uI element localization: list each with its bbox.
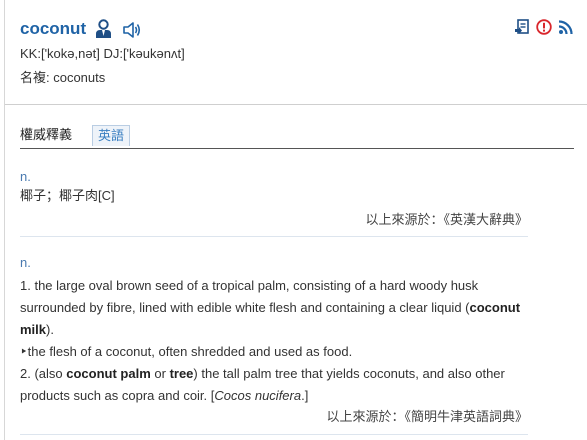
section-divider <box>20 434 528 435</box>
part-of-speech: n. <box>20 169 31 184</box>
pronunciation: KK:['kokə,nət] DJ:['kəukənʌt] <box>20 45 185 62</box>
definition-2: 2. (also coconut palm or tree) the tall … <box>20 363 528 407</box>
definition-1-end: ). <box>46 322 54 337</box>
definition-1-subsense: ‣the flesh of a coconut, often shredded … <box>20 344 353 359</box>
definition-section-1: n. 椰子；椰子肉[C] 以上來源於：《英漢大辭典》 <box>20 168 528 228</box>
definition-2-end: .] <box>301 388 309 403</box>
toolbar-icons <box>514 19 576 35</box>
definition-2-or: or <box>150 366 170 381</box>
tab-authoritative-definition[interactable]: 權威釋義 <box>20 126 72 144</box>
definition-1-text: 1. the large oval brown seed of a tropic… <box>20 278 479 315</box>
source-credit: 以上來源於：《簡明牛津英語詞典》 <box>326 409 528 424</box>
definition-text: 椰子；椰子肉[C] <box>20 188 115 203</box>
pronunciation-kk: KK:['kokə,nət] <box>20 46 100 61</box>
part-of-speech: n. <box>20 255 31 270</box>
definition-2-term-2: tree <box>169 366 194 381</box>
definition-2-term-1: coconut palm <box>66 366 151 381</box>
headword: coconut <box>20 19 87 38</box>
dictionary-panel: coconut KK:['kokə,nət] DJ:['kəukənʌt] 名複… <box>4 0 587 440</box>
alert-icon[interactable] <box>536 19 552 35</box>
rss-icon[interactable] <box>558 19 574 35</box>
entry-header: coconut KK:['kokə,nət] DJ:['kəukənʌt] 名複… <box>5 0 587 105</box>
plural-form: 名複: coconuts <box>20 70 106 85</box>
section-divider <box>20 236 528 237</box>
add-to-list-icon[interactable] <box>514 19 530 35</box>
person-icon[interactable] <box>95 19 112 39</box>
definition-tabs: 權威釋義 英語 <box>20 124 574 149</box>
source-credit: 以上來源於：《英漢大辭典》 <box>365 212 528 227</box>
pronunciation-dj: DJ:['kəukənʌt] <box>103 46 185 61</box>
tab-english[interactable]: 英語 <box>92 125 131 146</box>
definition-2-text: 2. (also <box>20 366 67 381</box>
definition-section-2: n. 1. the large oval brown seed of a tro… <box>20 254 528 430</box>
definition-1: 1. the large oval brown seed of a tropic… <box>20 275 528 341</box>
speaker-icon[interactable] <box>122 21 142 39</box>
definition-2-latin: Cocos nucifera <box>214 388 302 403</box>
